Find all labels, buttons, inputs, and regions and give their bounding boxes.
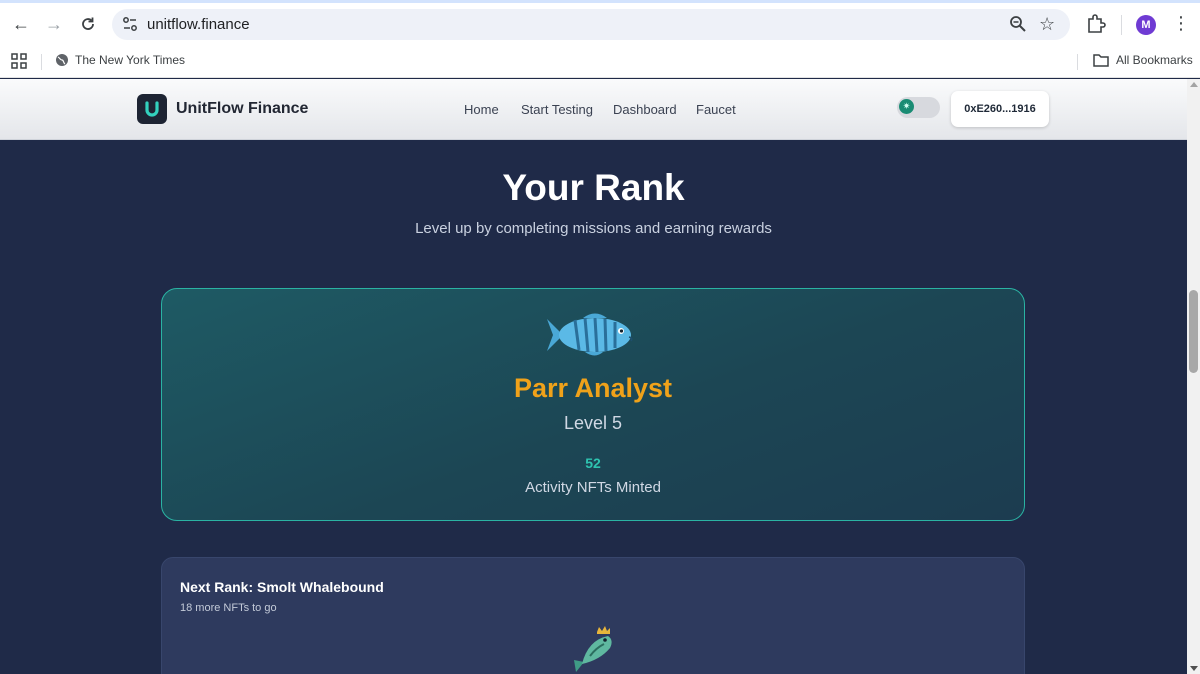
nft-count: 52 <box>585 455 601 471</box>
bookmarks-bar: The New York Times All Bookmarks <box>0 48 1200 78</box>
crowned-fish-icon <box>570 626 618 674</box>
next-rank-title: Next Rank: Smolt Whalebound <box>180 579 384 595</box>
browser-menu-icon[interactable]: ⋮ <box>1172 13 1190 34</box>
theme-toggle[interactable]: ✷ <box>897 97 940 118</box>
nav-faucet[interactable]: Faucet <box>696 102 736 117</box>
page-scrollbar[interactable] <box>1187 79 1200 674</box>
reload-icon[interactable] <box>76 12 100 36</box>
scroll-up-arrow-icon[interactable] <box>1190 82 1198 87</box>
folder-icon[interactable] <box>1093 53 1109 72</box>
page-viewport: UnitFlow Finance Home Start Testing Dash… <box>0 79 1187 674</box>
page-title: Your Rank <box>502 167 685 208</box>
page-subtitle: Level up by completing missions and earn… <box>415 220 772 237</box>
bookmarks-divider <box>1077 54 1078 70</box>
all-bookmarks-link[interactable]: All Bookmarks <box>1116 53 1193 67</box>
rank-level: Level 5 <box>563 413 623 433</box>
bookmarks-divider <box>41 54 42 70</box>
back-arrow-icon[interactable]: ← <box>9 12 33 36</box>
next-rank-subtitle: 18 more NFTs to go <box>180 602 277 614</box>
striped-fish-icon <box>545 311 637 364</box>
site-header: UnitFlow Finance Home Start Testing Dash… <box>0 79 1187 140</box>
rank-name: Parr Analyst <box>513 373 673 403</box>
nav-dashboard[interactable]: Dashboard <box>613 102 677 117</box>
apps-grid-icon[interactable] <box>11 53 27 74</box>
extensions-icon[interactable] <box>1086 13 1106 40</box>
scroll-thumb[interactable] <box>1189 290 1198 373</box>
toolbar-accent <box>0 0 1200 3</box>
bookmark-star-icon[interactable]: ☆ <box>1039 14 1055 35</box>
globe-icon <box>55 53 69 72</box>
forward-arrow-icon[interactable]: → <box>42 12 66 36</box>
wallet-address-button[interactable]: 0xE260...1916 <box>951 91 1049 127</box>
nav-start-testing[interactable]: Start Testing <box>521 102 593 117</box>
nav-home[interactable]: Home <box>464 102 499 117</box>
zoom-icon[interactable] <box>1009 15 1027 38</box>
scroll-down-arrow-icon[interactable] <box>1190 666 1198 671</box>
bookmark-nyt[interactable]: The New York Times <box>75 53 185 67</box>
sun-icon: ✷ <box>899 99 914 114</box>
brand-name[interactable]: UnitFlow Finance <box>176 100 308 118</box>
address-bar[interactable]: unitflow.finance ☆ <box>112 9 1070 40</box>
site-settings-icon[interactable] <box>122 15 138 38</box>
nft-count-label: Activity NFTs Minted <box>525 479 661 496</box>
toolbar-divider <box>1121 15 1122 35</box>
logo-icon[interactable] <box>137 94 167 124</box>
browser-toolbar: ← → unitflow.finance ☆ M ⋮ <box>0 0 1200 48</box>
profile-avatar[interactable]: M <box>1136 15 1156 35</box>
url-text[interactable]: unitflow.finance <box>147 16 250 33</box>
current-rank-card: Parr Analyst Level 5 52 Activity NFTs Mi… <box>161 288 1025 521</box>
next-rank-card: Next Rank: Smolt Whalebound 18 more NFTs… <box>161 557 1025 674</box>
